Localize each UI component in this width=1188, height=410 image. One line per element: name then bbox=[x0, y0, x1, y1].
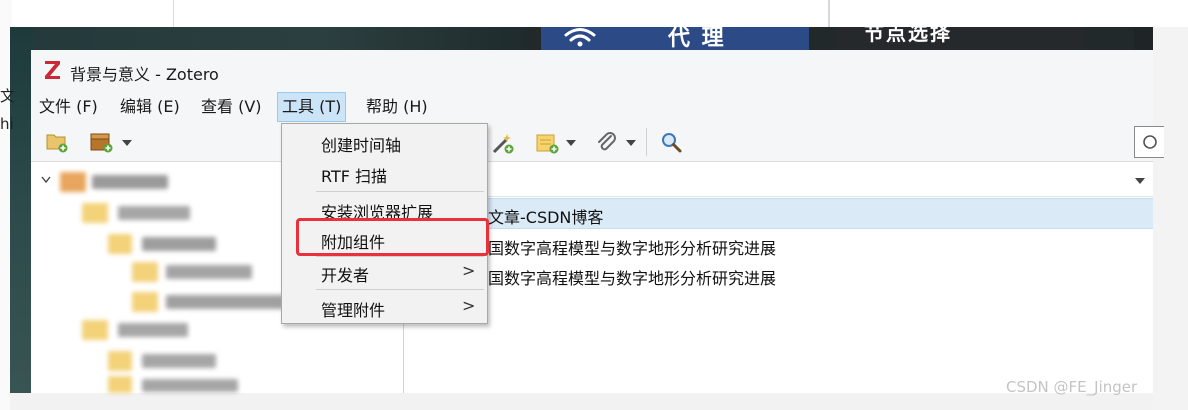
background-wallpaper bbox=[10, 27, 525, 50]
new-library-icon[interactable] bbox=[89, 131, 115, 153]
tree-item[interactable] bbox=[118, 323, 188, 337]
menu-file[interactable]: 文件 (F) bbox=[35, 92, 102, 122]
submenu-arrow-icon: > bbox=[462, 296, 476, 315]
menu-help[interactable]: 帮助 (H) bbox=[362, 92, 432, 122]
folder-icon bbox=[108, 351, 132, 371]
new-note-icon[interactable] bbox=[535, 131, 561, 155]
wifi-icon bbox=[564, 28, 596, 47]
background-panel-label: 节点选择 bbox=[864, 21, 952, 45]
menu-item-label: 管理附件 bbox=[321, 301, 386, 320]
item-title[interactable]: 国数字高程模型与数字地形分析研究进展 bbox=[488, 235, 776, 259]
tree-item[interactable] bbox=[166, 265, 252, 279]
new-collection-icon[interactable] bbox=[45, 131, 69, 153]
background-window bbox=[1134, 27, 1153, 50]
zotero-logo-icon bbox=[45, 61, 60, 79]
toolbar bbox=[31, 122, 1153, 162]
menu-separator bbox=[316, 191, 484, 192]
background-window bbox=[10, 393, 1153, 410]
folder-icon bbox=[82, 320, 108, 340]
folder-icon bbox=[60, 172, 86, 192]
tree-item[interactable] bbox=[166, 295, 284, 309]
column-picker-icon[interactable] bbox=[1134, 177, 1146, 185]
menu-edit[interactable]: 编辑 (E) bbox=[116, 92, 184, 122]
folder-icon bbox=[132, 262, 158, 282]
menu-item-label: 创建时间轴 bbox=[321, 136, 402, 155]
toolbar-separator bbox=[646, 128, 647, 156]
item-title[interactable]: 国数字高程模型与数字地形分析研究进展 bbox=[488, 265, 776, 289]
menu-separator bbox=[316, 289, 484, 290]
tree-item[interactable] bbox=[142, 237, 216, 251]
background-window bbox=[1153, 27, 1188, 410]
folder-icon bbox=[132, 292, 158, 312]
search-icon[interactable] bbox=[660, 131, 684, 155]
chevron-down-icon[interactable] bbox=[41, 176, 51, 184]
menu-item-developer[interactable] bbox=[282, 257, 487, 288]
tree-item[interactable] bbox=[92, 175, 168, 189]
background-text: 文 bbox=[0, 87, 16, 105]
background-window bbox=[12, 0, 1188, 27]
chevron-down-icon[interactable] bbox=[121, 139, 133, 147]
menu-item-label: RTF 扫描 bbox=[321, 167, 388, 186]
attachment-icon[interactable] bbox=[595, 131, 619, 155]
watermark: CSDN @FE_Jinger bbox=[1006, 378, 1138, 396]
background-divider bbox=[173, 0, 174, 27]
menu-item-label: 开发者 bbox=[321, 266, 370, 285]
background-panel-label: 代 理 bbox=[668, 26, 726, 51]
magic-wand-icon[interactable] bbox=[491, 131, 515, 155]
search-input[interactable] bbox=[1134, 126, 1164, 158]
tree-item[interactable] bbox=[142, 354, 216, 368]
tree-item[interactable] bbox=[118, 206, 190, 220]
chevron-down-icon[interactable] bbox=[565, 139, 577, 147]
item-title[interactable]: 文章-CSDN博客 bbox=[488, 204, 603, 228]
menu-tools[interactable]: 工具 (T) bbox=[277, 92, 347, 122]
menu-view[interactable]: 查看 (V) bbox=[197, 92, 266, 122]
background-text: hi bbox=[0, 115, 14, 133]
folder-icon bbox=[108, 376, 132, 393]
folder-icon bbox=[108, 234, 132, 254]
folder-icon bbox=[82, 203, 108, 223]
column-header[interactable] bbox=[405, 162, 1153, 197]
window-title: 背景与意义 - Zotero bbox=[70, 65, 219, 84]
chevron-down-icon[interactable] bbox=[625, 139, 637, 147]
search-icon bbox=[1143, 135, 1157, 149]
tree-item[interactable] bbox=[142, 379, 238, 392]
annotation-highlight-box bbox=[296, 218, 489, 256]
submenu-arrow-icon: > bbox=[462, 261, 476, 280]
